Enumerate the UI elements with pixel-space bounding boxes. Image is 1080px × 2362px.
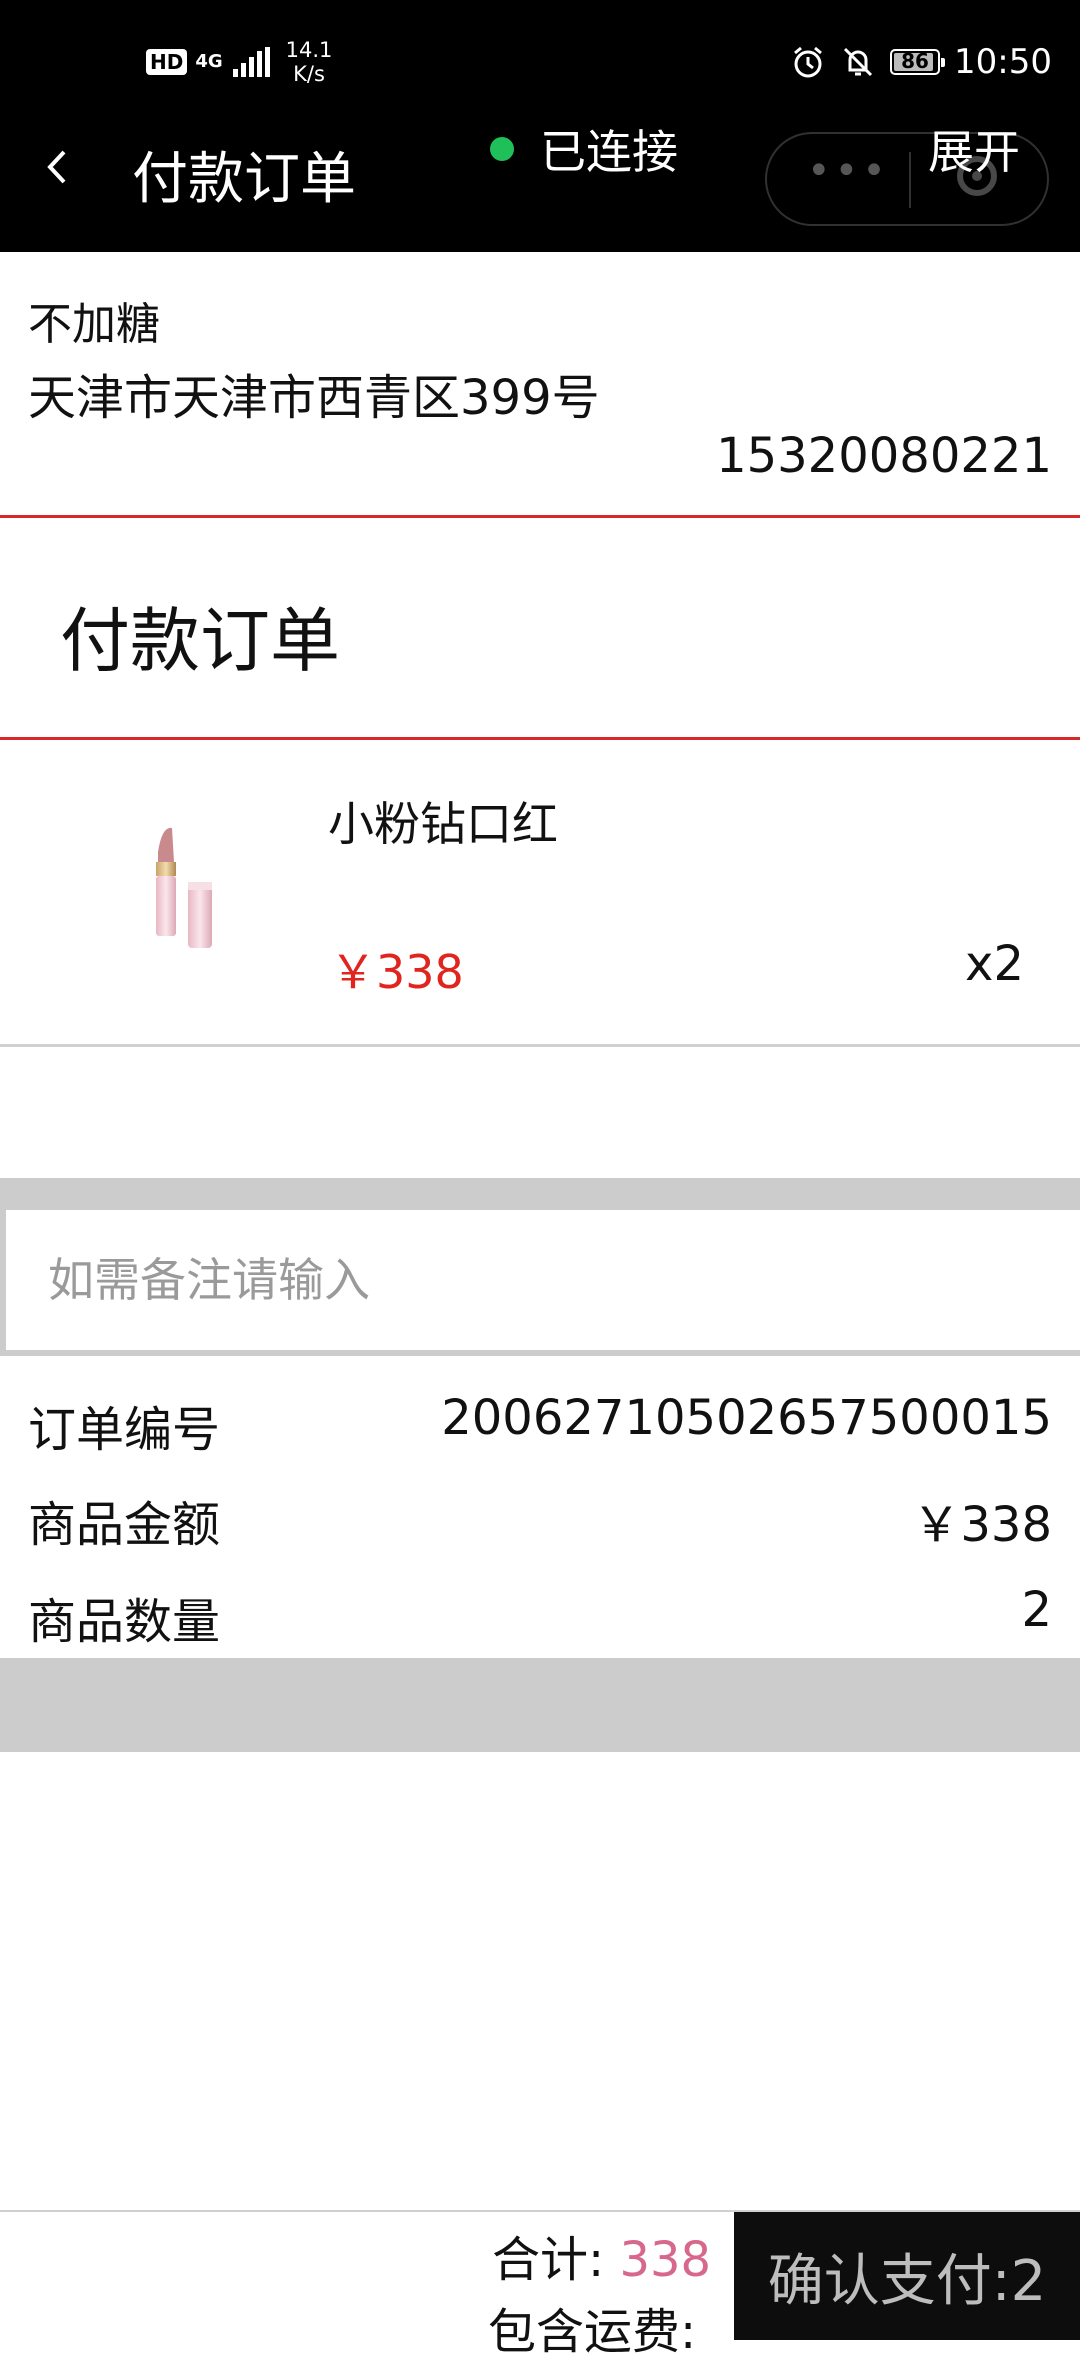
mute-bell-icon (843, 47, 873, 77)
summary-value: 2 (1021, 1582, 1052, 1638)
connected-dot-icon (490, 137, 514, 161)
status-bar-right: 86 10:50 (790, 42, 1052, 82)
network-type: 4G (195, 51, 223, 72)
connection-status: 已连接 (490, 116, 678, 182)
lipstick-image (156, 827, 212, 948)
summary-row-amount: 商品金额 ￥338 (28, 1485, 1052, 1555)
divider-red-top (0, 515, 1080, 518)
recipient-name: 不加糖 (28, 299, 160, 350)
product-price: ￥338 (330, 945, 464, 999)
divider-red-bottom (0, 737, 1080, 740)
status-bar-left: HD 4G 14.1 K/s (146, 38, 332, 86)
summary-label: 订单编号 (28, 1402, 221, 1458)
summary-label: 商品数量 (28, 1594, 221, 1650)
summary-value: 20062710502657500015 (441, 1390, 1052, 1446)
summary-value: ￥338 (912, 1497, 1052, 1553)
summary-footer-band (0, 1658, 1080, 1752)
clock: 10:50 (954, 42, 1052, 82)
battery-level: 86 (901, 49, 929, 73)
summary-label: 商品金额 (28, 1497, 221, 1553)
summary-row-quantity: 商品数量 2 (28, 1582, 1052, 1652)
shipping-label: 包含运费: (488, 2304, 697, 2360)
address-line: 天津市天津市西青区399号 (28, 370, 600, 426)
total-label: 合计: (492, 2232, 605, 2288)
section-title: 付款订单 (60, 600, 340, 682)
page-title: 付款订单 (132, 147, 356, 212)
more-icon[interactable]: ••• (807, 148, 890, 194)
signal-icon (232, 47, 270, 77)
confirm-pay-button[interactable]: 确认支付:2 (734, 2212, 1080, 2340)
alarm-icon (794, 46, 822, 78)
back-arrow-icon[interactable] (42, 150, 76, 184)
speed-value: 14.1 (285, 38, 333, 62)
divider-product (0, 1044, 1080, 1047)
top-bar: HD 4G 14.1 K/s 86 10:50 付款订单 已连接 ••• 展开 (0, 0, 1080, 252)
connection-label: 已连接 (540, 125, 678, 179)
battery-icon: 86 (890, 49, 946, 75)
summary-row-order-number: 订单编号 20062710502657500015 (28, 1390, 1052, 1460)
recipient-phone: 15320080221 (716, 428, 1052, 484)
network-speed: 14.1 K/s (286, 38, 333, 86)
total-value: 338 (619, 2232, 712, 2288)
product-quantity: x2 (965, 936, 1024, 992)
expand-button[interactable]: 展开 (928, 116, 1020, 182)
total: 合计: 338 (492, 2220, 711, 2290)
capsule-divider (909, 152, 911, 208)
speed-unit: K/s (293, 62, 325, 86)
remark-input[interactable] (6, 1210, 1080, 1350)
product-name: 小粉钻口红 (328, 797, 558, 851)
hd-badge: HD (146, 49, 188, 75)
